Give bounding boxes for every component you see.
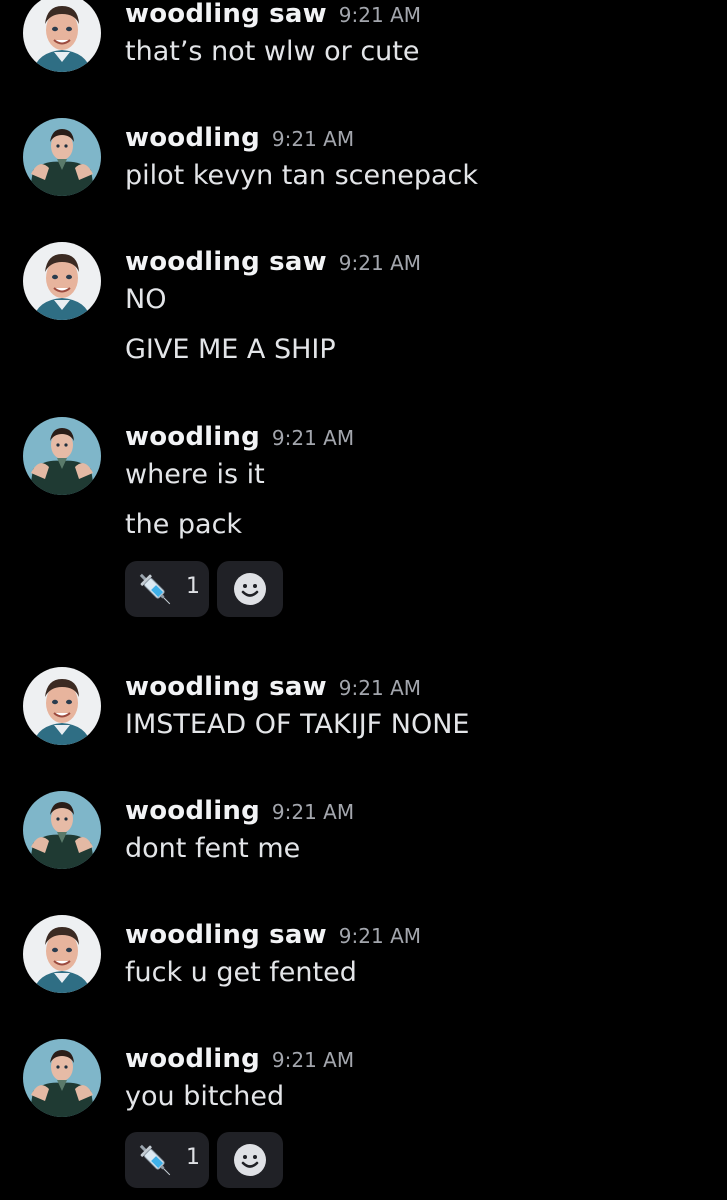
message-header: woodling saw 9:21 AM bbox=[125, 242, 421, 282]
posing-man-avatar bbox=[23, 791, 101, 869]
timestamp: 9:21 AM bbox=[271, 426, 355, 450]
reaction-syringe[interactable]: 1 bbox=[125, 561, 209, 617]
message-text: that’s not wlw or cute bbox=[125, 36, 420, 67]
avatar[interactable] bbox=[23, 0, 101, 72]
avatar[interactable] bbox=[23, 791, 101, 869]
timestamp: 9:21 AM bbox=[338, 924, 422, 948]
message-header: woodling 9:21 AM bbox=[125, 791, 354, 831]
message-text: IMSTEAD OF TAKIJF NONE bbox=[125, 709, 470, 740]
message-text: fuck u get fented bbox=[125, 957, 357, 988]
timestamp: 9:21 AM bbox=[338, 251, 422, 275]
timestamp: 9:21 AM bbox=[271, 1048, 355, 1072]
smiling-man-avatar bbox=[23, 667, 101, 745]
add-reaction-button[interactable] bbox=[217, 561, 283, 617]
smiling-man-avatar bbox=[23, 915, 101, 993]
message-header: woodling 9:21 AM bbox=[125, 118, 354, 158]
message-text: the pack bbox=[125, 509, 243, 540]
username[interactable]: woodling saw bbox=[125, 920, 327, 950]
username[interactable]: woodling bbox=[125, 123, 260, 153]
avatar[interactable] bbox=[23, 1039, 101, 1117]
message-text: pilot kevyn tan scenepack bbox=[125, 160, 479, 191]
avatar[interactable] bbox=[23, 242, 101, 320]
posing-man-avatar bbox=[23, 118, 101, 196]
avatar[interactable] bbox=[23, 417, 101, 495]
syringe-icon bbox=[139, 1144, 171, 1176]
reaction-count: 1 bbox=[186, 574, 200, 599]
username[interactable]: woodling saw bbox=[125, 672, 327, 702]
message-header: woodling 9:21 AM bbox=[125, 417, 354, 457]
avatar[interactable] bbox=[23, 915, 101, 993]
message-header: woodling saw 9:21 AM bbox=[125, 667, 421, 707]
add-reaction-button[interactable] bbox=[217, 1132, 283, 1188]
timestamp: 9:21 AM bbox=[271, 127, 355, 151]
username[interactable]: woodling bbox=[125, 1044, 260, 1074]
message-text: NO bbox=[125, 284, 167, 315]
syringe-icon bbox=[139, 573, 171, 605]
posing-man-avatar bbox=[23, 417, 101, 495]
message-text: GIVE ME A SHIP bbox=[125, 334, 336, 365]
smiling-man-avatar bbox=[23, 0, 101, 72]
add-reaction-icon bbox=[234, 1144, 266, 1176]
timestamp: 9:21 AM bbox=[338, 676, 422, 700]
timestamp: 9:21 AM bbox=[271, 800, 355, 824]
message-header: woodling saw 9:21 AM bbox=[125, 915, 421, 955]
message-text: you bitched bbox=[125, 1081, 285, 1112]
reaction-syringe[interactable]: 1 bbox=[125, 1132, 209, 1188]
reaction-count: 1 bbox=[186, 1145, 200, 1170]
username[interactable]: woodling bbox=[125, 796, 260, 826]
message-text: where is it bbox=[125, 459, 265, 490]
avatar[interactable] bbox=[23, 667, 101, 745]
username[interactable]: woodling saw bbox=[125, 247, 327, 277]
username[interactable]: woodling bbox=[125, 422, 260, 452]
message-header: woodling 9:21 AM bbox=[125, 1039, 354, 1079]
message-list: woodling saw 9:21 AM that’s not wlw or cu… bbox=[0, 0, 727, 1200]
posing-man-avatar bbox=[23, 1039, 101, 1117]
avatar[interactable] bbox=[23, 118, 101, 196]
add-reaction-icon bbox=[234, 573, 266, 605]
timestamp: 9:21 AM bbox=[338, 3, 422, 27]
smiling-man-avatar bbox=[23, 242, 101, 320]
message-header: woodling saw 9:21 AM bbox=[125, 0, 421, 34]
message-text: dont fent me bbox=[125, 833, 301, 864]
username[interactable]: woodling saw bbox=[125, 0, 327, 29]
